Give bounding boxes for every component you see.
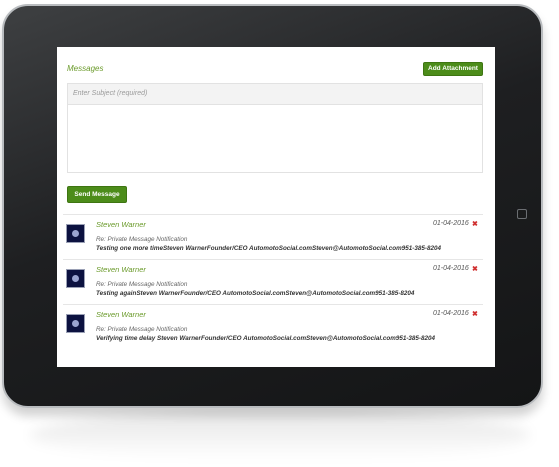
sender-name[interactable]: Steven Warner xyxy=(96,220,146,229)
messages-panel: Messages Add Attachment Enter Subject (r… xyxy=(57,47,495,367)
sender-name[interactable]: Steven Warner xyxy=(96,265,146,274)
message-date: 01-04-2016 xyxy=(433,220,469,227)
page-title: Messages xyxy=(67,64,104,73)
message-body-textarea[interactable] xyxy=(67,105,483,173)
message-date: 01-04-2016 xyxy=(433,310,469,317)
avatar xyxy=(66,224,85,243)
message-date: 01-04-2016 xyxy=(433,265,469,272)
avatar xyxy=(66,314,85,333)
message-subject: Re: Private Message Notification xyxy=(96,326,188,333)
list-item[interactable]: Steven Warner 01-04-2016 ✖ Re: Private M… xyxy=(63,304,483,349)
subject-input[interactable]: Enter Subject (required) xyxy=(67,83,483,105)
message-subject: Re: Private Message Notification xyxy=(96,236,188,243)
avatar xyxy=(66,269,85,288)
home-button[interactable] xyxy=(517,209,527,219)
close-icon[interactable]: ✖ xyxy=(472,220,478,228)
close-icon[interactable]: ✖ xyxy=(472,265,478,273)
message-preview: Testing againSteven WarnerFounder/CEO Au… xyxy=(96,290,415,297)
message-preview: Verifying time delay Steven WarnerFounde… xyxy=(96,335,436,342)
list-item[interactable]: Steven Warner 01-04-2016 ✖ Re: Private M… xyxy=(63,214,483,259)
message-subject: Re: Private Message Notification xyxy=(96,281,188,288)
tablet-shadow xyxy=(30,410,530,460)
message-preview: Testing one more timeSteven WarnerFounde… xyxy=(96,245,441,252)
sender-name[interactable]: Steven Warner xyxy=(96,310,146,319)
add-attachment-button[interactable]: Add Attachment xyxy=(423,62,483,76)
close-icon[interactable]: ✖ xyxy=(472,310,478,318)
send-message-button[interactable]: Send Message xyxy=(67,186,127,203)
list-item[interactable]: Steven Warner 01-04-2016 ✖ Re: Private M… xyxy=(63,259,483,304)
